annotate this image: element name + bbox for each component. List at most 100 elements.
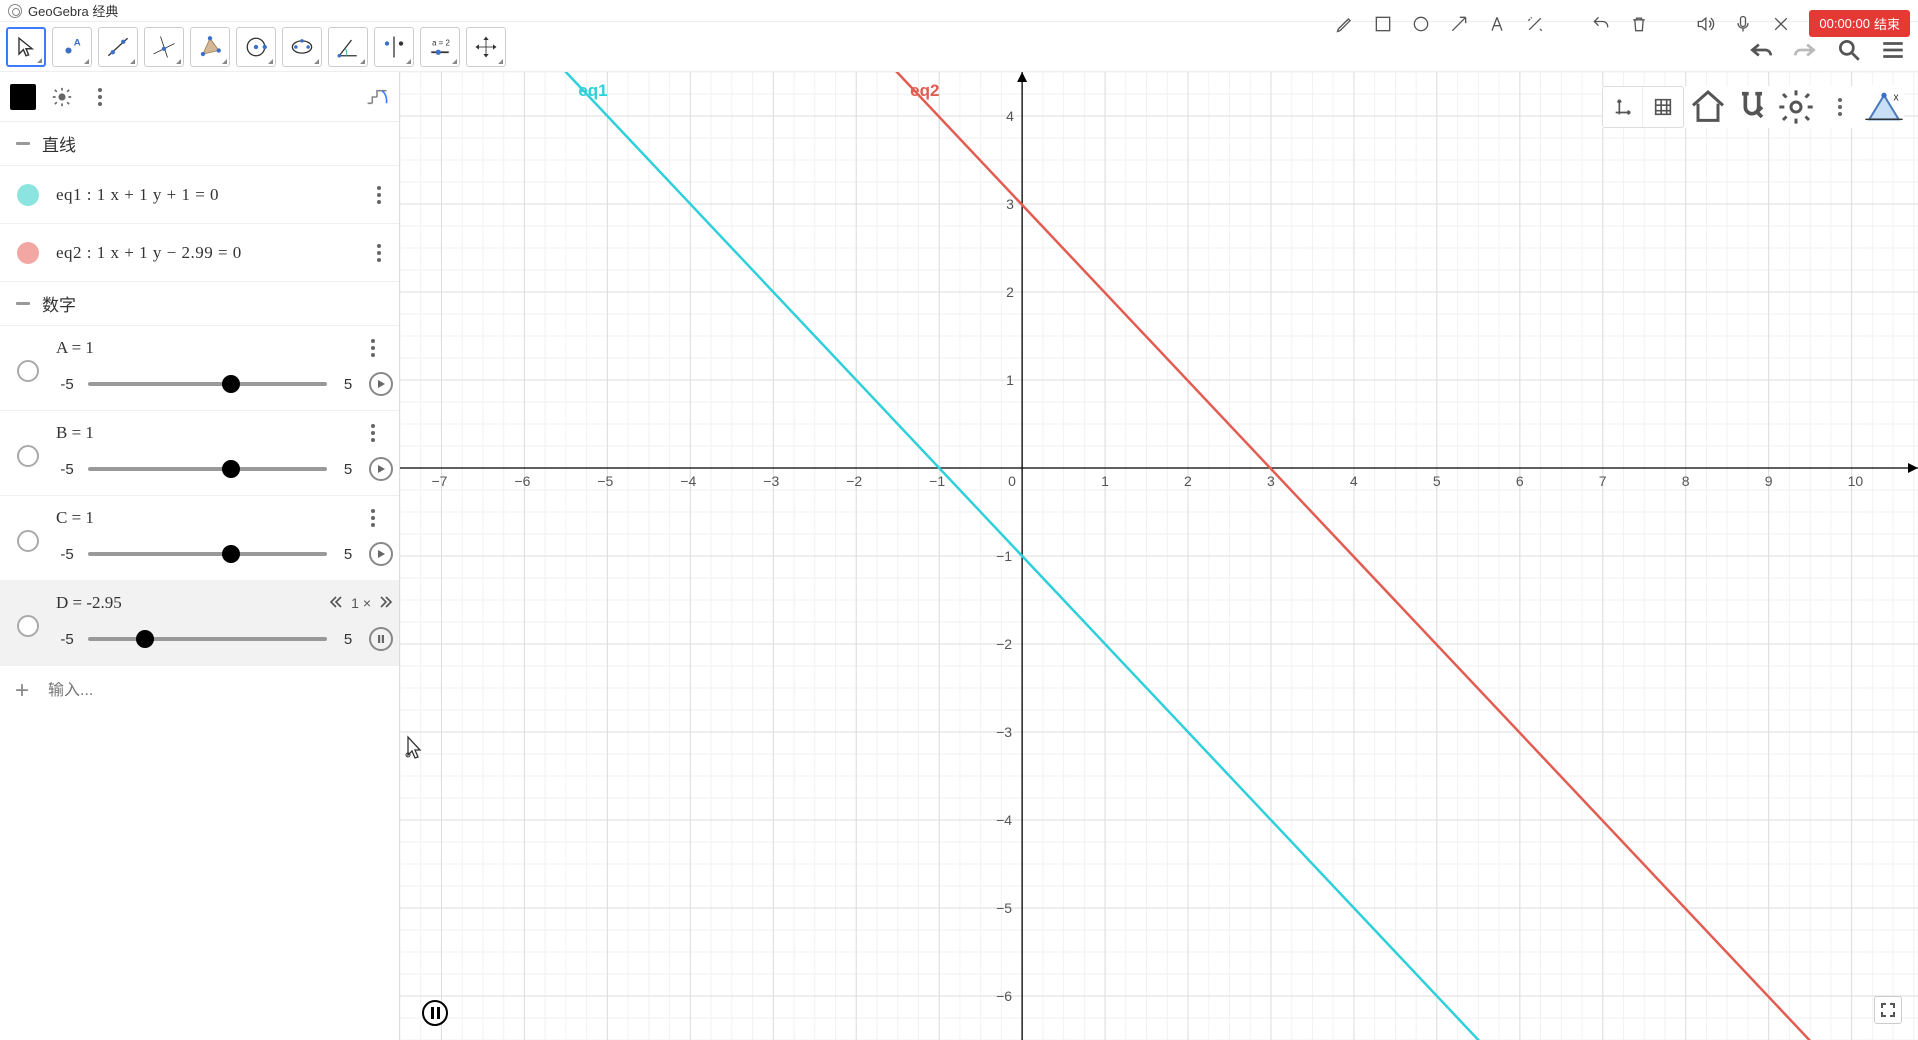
slider-more-a[interactable] <box>353 339 393 357</box>
snap-button[interactable] <box>1732 87 1772 127</box>
svg-text:−6: −6 <box>996 988 1012 1004</box>
slider-track-c[interactable] <box>88 552 327 556</box>
slider-track-b[interactable] <box>88 467 327 471</box>
undo-system-icon[interactable] <box>1591 14 1611 34</box>
equation-more-eq1[interactable] <box>359 186 399 204</box>
visibility-toggle-c[interactable] <box>17 530 39 552</box>
axes-toggle-button[interactable] <box>1603 87 1643 127</box>
square-icon[interactable] <box>1373 14 1393 34</box>
add-button[interactable]: + <box>10 679 34 703</box>
text-icon[interactable] <box>1487 14 1507 34</box>
fullscreen-button[interactable] <box>1874 996 1902 1024</box>
slider-more-b[interactable] <box>353 424 393 442</box>
slider-track-d[interactable] <box>88 637 327 641</box>
tool-move[interactable] <box>6 27 46 67</box>
svg-text:x: x <box>1893 91 1899 103</box>
section-numbers[interactable]: 数字 <box>0 282 399 326</box>
slider-max-c: 5 <box>337 546 359 563</box>
svg-text:a = 2: a = 2 <box>432 38 450 47</box>
equation-row-eq2[interactable]: eq2 : 1 x + 1 y − 2.99 = 0 <box>0 224 399 282</box>
speed-down-icon[interactable] <box>329 595 343 612</box>
graphics-more-button[interactable] <box>1820 87 1860 127</box>
visibility-toggle-eq2[interactable] <box>0 242 56 264</box>
tool-line[interactable] <box>98 27 138 67</box>
magic-icon[interactable] <box>1525 14 1545 34</box>
slider-play-b[interactable] <box>369 457 393 481</box>
svg-text:−6: −6 <box>514 473 530 489</box>
graphics-view[interactable]: x −7−6−5−4−3−2−1012345678910−6−5−4−3−2−1… <box>400 72 1918 1040</box>
arrow-icon[interactable] <box>1449 14 1469 34</box>
slider-min-a: -5 <box>56 376 78 393</box>
visibility-toggle-d[interactable] <box>17 615 39 637</box>
pencil-icon[interactable] <box>1335 14 1355 34</box>
slider-play-c[interactable] <box>369 542 393 566</box>
slider-label-d: D = -2.95 <box>56 593 329 613</box>
tool-perpendicular[interactable] <box>144 27 184 67</box>
visibility-toggle-a[interactable] <box>17 360 39 382</box>
sidebar-more-icon[interactable] <box>88 85 112 109</box>
svg-text:−4: −4 <box>680 473 696 489</box>
svg-text:1: 1 <box>1101 473 1109 489</box>
view-mode-button[interactable]: x <box>1864 87 1904 127</box>
slider-speed-d: 1 × <box>329 595 393 612</box>
slider-min-b: -5 <box>56 461 78 478</box>
section-lines[interactable]: 直线 <box>0 122 399 166</box>
menu-button[interactable] <box>1878 35 1908 65</box>
visibility-toggle-b[interactable] <box>17 445 39 467</box>
app-controls <box>1746 35 1908 65</box>
delete-icon[interactable] <box>1629 14 1649 34</box>
svg-text:eq1: eq1 <box>578 81 607 100</box>
tool-polygon[interactable] <box>190 27 230 67</box>
tool-reflect[interactable] <box>374 27 414 67</box>
tool-point[interactable]: A <box>52 27 92 67</box>
svg-text:3: 3 <box>1267 473 1275 489</box>
slider-row-a: A = 1 -5 5 <box>0 326 399 411</box>
slider-more-c[interactable] <box>353 509 393 527</box>
current-color-swatch[interactable] <box>10 84 36 110</box>
slider-label-c: C = 1 <box>56 508 353 528</box>
slider-track-a[interactable] <box>88 382 327 386</box>
slider-play-a[interactable] <box>369 372 393 396</box>
circle-icon[interactable] <box>1411 14 1431 34</box>
tool-ellipse[interactable] <box>282 27 322 67</box>
graphics-settings-button[interactable] <box>1776 87 1816 127</box>
graph-canvas[interactable]: −7−6−5−4−3−2−1012345678910−6−5−4−3−2−112… <box>400 72 1918 1040</box>
construction-steps-icon[interactable] <box>365 85 389 109</box>
tool-move-view[interactable] <box>466 27 506 67</box>
style-settings-icon[interactable] <box>50 85 74 109</box>
mic-icon[interactable] <box>1733 14 1753 34</box>
close-icon[interactable] <box>1771 14 1791 34</box>
slider-row-d: D = -2.95 1 × -5 5 <box>0 581 399 666</box>
svg-text:7: 7 <box>1599 473 1607 489</box>
svg-text:2: 2 <box>1006 284 1014 300</box>
slider-label-a: A = 1 <box>56 338 353 358</box>
equation-row-eq1[interactable]: eq1 : 1 x + 1 y + 1 = 0 <box>0 166 399 224</box>
svg-text:8: 8 <box>1682 473 1690 489</box>
grid-toggle-button[interactable] <box>1643 87 1683 127</box>
tool-angle[interactable] <box>328 27 368 67</box>
global-pause-button[interactable] <box>422 1000 448 1026</box>
slider-max-d: 5 <box>337 631 359 648</box>
search-button[interactable] <box>1834 35 1864 65</box>
collapse-handle-icon <box>16 142 30 145</box>
svg-text:−3: −3 <box>996 724 1012 740</box>
equation-more-eq2[interactable] <box>359 244 399 262</box>
record-stop-button[interactable]: 00:00:00 结束 <box>1809 10 1910 37</box>
volume-icon[interactable] <box>1695 14 1715 34</box>
visibility-toggle-eq1[interactable] <box>0 184 56 206</box>
section-lines-title: 直线 <box>42 131 76 156</box>
tool-circle-center[interactable] <box>236 27 276 67</box>
redo-button[interactable] <box>1790 35 1820 65</box>
tool-slider[interactable]: a = 2 <box>420 27 460 67</box>
slider-pause-d[interactable] <box>369 627 393 651</box>
home-button[interactable] <box>1688 87 1728 127</box>
slider-row-c: C = 1 -5 5 <box>0 496 399 581</box>
svg-text:5: 5 <box>1433 473 1441 489</box>
algebra-input[interactable] <box>48 682 389 700</box>
equation-text-eq2: eq2 : 1 x + 1 y − 2.99 = 0 <box>56 243 359 263</box>
undo-button[interactable] <box>1746 35 1776 65</box>
svg-text:−1: −1 <box>996 548 1012 564</box>
speed-up-icon[interactable] <box>379 595 393 612</box>
algebra-sidebar: 直线 eq1 : 1 x + 1 y + 1 = 0 eq2 : 1 x + 1… <box>0 72 400 1040</box>
svg-text:0: 0 <box>1008 473 1016 489</box>
